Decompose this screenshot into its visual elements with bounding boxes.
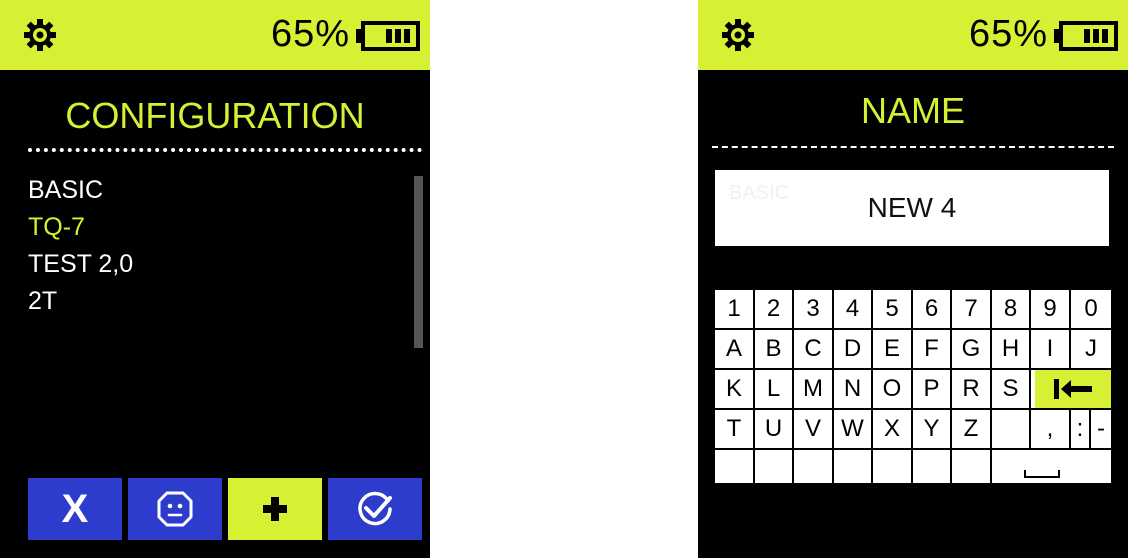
plus-icon: [263, 497, 287, 521]
status-bar: 65%: [0, 0, 430, 70]
key-s[interactable]: S: [992, 370, 1031, 408]
battery-percentage: 65%: [270, 13, 350, 55]
configuration-screen: 65% CONFIGURATION BASIC TQ-7 TEST 2,0 2T…: [0, 0, 430, 558]
title-divider: [712, 146, 1114, 148]
key-b[interactable]: B: [755, 330, 794, 368]
check-circle-icon: [358, 491, 392, 526]
key-blank[interactable]: [952, 450, 992, 483]
key-9[interactable]: 9: [1031, 290, 1071, 328]
name-entry-screen: 65% NAME BASIC NEW 4 1 2 3 4 5 6 7 8 9 0…: [698, 0, 1128, 558]
list-item[interactable]: BASIC: [28, 172, 133, 209]
page-title: CONFIGURATION: [65, 95, 365, 136]
key-y[interactable]: Y: [913, 410, 952, 448]
scrollbar[interactable]: [414, 176, 423, 348]
key-v[interactable]: V: [794, 410, 834, 448]
key-r[interactable]: R: [952, 370, 992, 408]
key-8[interactable]: 8: [992, 290, 1031, 328]
gear-icon[interactable]: [22, 17, 58, 53]
key-g[interactable]: G: [952, 330, 992, 368]
list-item[interactable]: 2T: [28, 283, 133, 320]
backspace-key[interactable]: [1035, 370, 1111, 408]
key-p[interactable]: P: [913, 370, 952, 408]
profile-button[interactable]: [128, 478, 222, 540]
add-button[interactable]: [228, 478, 322, 540]
key-3[interactable]: 3: [794, 290, 834, 328]
page-title: NAME: [860, 90, 965, 131]
list-item[interactable]: TEST 2,0: [28, 246, 133, 283]
cancel-button[interactable]: X: [28, 478, 122, 540]
key-h[interactable]: H: [992, 330, 1031, 368]
key-d[interactable]: D: [834, 330, 873, 368]
battery-full-icon: [356, 21, 420, 51]
key-o[interactable]: O: [873, 370, 913, 408]
key-blank[interactable]: [715, 450, 755, 483]
key-2[interactable]: 2: [755, 290, 794, 328]
configuration-list: BASIC TQ-7 TEST 2,0 2T: [28, 172, 133, 320]
key-m[interactable]: M: [794, 370, 834, 408]
key-blank[interactable]: [873, 450, 913, 483]
key-n[interactable]: N: [834, 370, 873, 408]
key-7[interactable]: 7: [952, 290, 992, 328]
name-value: NEW 4: [867, 192, 957, 223]
key-x[interactable]: X: [873, 410, 913, 448]
list-item-selected[interactable]: TQ-7: [28, 209, 133, 246]
key-blank[interactable]: [755, 450, 794, 483]
key-f[interactable]: F: [913, 330, 952, 368]
key-u[interactable]: U: [755, 410, 794, 448]
face-icon: [157, 491, 193, 527]
key-5[interactable]: 5: [873, 290, 913, 328]
key-i[interactable]: I: [1031, 330, 1071, 368]
key-empty[interactable]: [992, 410, 1031, 448]
name-input[interactable]: BASIC NEW 4: [715, 170, 1109, 246]
key-0[interactable]: 0: [1071, 290, 1111, 328]
key-blank[interactable]: [834, 450, 873, 483]
key-j[interactable]: J: [1071, 330, 1111, 368]
key-blank[interactable]: [913, 450, 952, 483]
key-blank[interactable]: [794, 450, 834, 483]
key-z[interactable]: Z: [952, 410, 992, 448]
battery-percentage: 65%: [968, 13, 1048, 55]
space-key[interactable]: [992, 450, 1111, 483]
key-w[interactable]: W: [834, 410, 873, 448]
key-l[interactable]: L: [755, 370, 794, 408]
key-c[interactable]: C: [794, 330, 834, 368]
key-6[interactable]: 6: [913, 290, 952, 328]
key-dash[interactable]: -: [1091, 410, 1111, 448]
key-e[interactable]: E: [873, 330, 913, 368]
key-colon[interactable]: :: [1071, 410, 1091, 448]
backspace-icon: [1054, 379, 1092, 399]
key-comma[interactable]: ,: [1031, 410, 1071, 448]
key-1[interactable]: 1: [715, 290, 755, 328]
close-icon: X: [61, 486, 89, 531]
on-screen-keyboard: 1 2 3 4 5 6 7 8 9 0 A B C D E F G H I J …: [715, 290, 1111, 483]
space-icon: [1024, 470, 1060, 478]
confirm-button[interactable]: [328, 478, 422, 540]
key-4[interactable]: 4: [834, 290, 873, 328]
key-t[interactable]: T: [715, 410, 755, 448]
title-divider: [28, 148, 422, 152]
status-bar: 65%: [698, 0, 1128, 70]
gear-icon[interactable]: [720, 17, 756, 53]
key-a[interactable]: A: [715, 330, 755, 368]
key-k[interactable]: K: [715, 370, 755, 408]
battery-full-icon: [1054, 21, 1118, 51]
